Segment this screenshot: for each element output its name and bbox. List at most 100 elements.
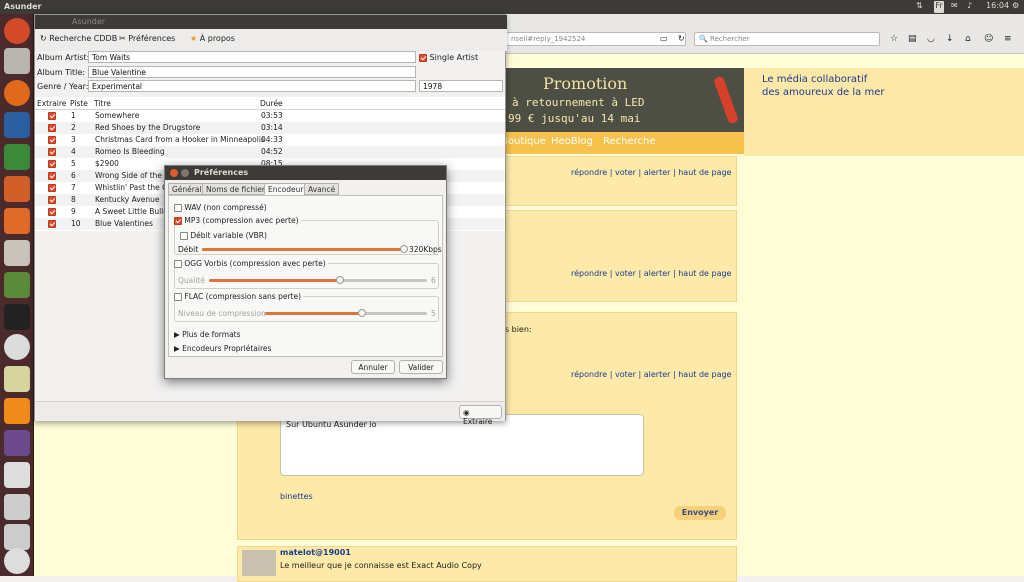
- reply-textarea[interactable]: Sur Ubuntu Asunder io: [280, 414, 644, 476]
- quality-knob[interactable]: [335, 276, 344, 284]
- mail-icon[interactable]: ✉: [951, 1, 958, 13]
- nav-heoblog[interactable]: HeoBlog: [551, 136, 593, 147]
- impress-icon[interactable]: [4, 176, 30, 202]
- col-title[interactable]: Titre: [94, 99, 111, 108]
- cd-icon[interactable]: [4, 548, 30, 574]
- proprietary-encoders-expander[interactable]: ▶ Encodeurs Propriétaires: [174, 344, 271, 353]
- power-icon[interactable]: ⚙: [1012, 1, 1019, 13]
- comment-author[interactable]: matelot@19001: [280, 548, 351, 557]
- track-title[interactable]: $2900: [95, 159, 119, 168]
- drive-icon[interactable]: [4, 494, 30, 520]
- genre-field[interactable]: Experimental: [88, 80, 416, 92]
- rip-checkbox[interactable]: [48, 172, 56, 180]
- compression-slider[interactable]: [265, 309, 427, 317]
- home-icon[interactable]: ⌂: [965, 34, 971, 44]
- writer-icon[interactable]: [4, 112, 30, 138]
- flac-option[interactable]: FLAC (compression sans perte): [174, 292, 304, 301]
- reply-link[interactable]: répondre: [571, 269, 607, 278]
- nav-boutique[interactable]: Boutique: [501, 136, 546, 147]
- vote-link[interactable]: voter: [615, 370, 636, 379]
- library-icon[interactable]: ▤: [908, 34, 917, 44]
- close-icon[interactable]: [170, 169, 178, 177]
- username[interactable]: binettes: [280, 492, 313, 501]
- tab-filenames[interactable]: Noms de fichier: [202, 183, 269, 195]
- rip-checkbox[interactable]: [48, 124, 56, 132]
- top-link[interactable]: haut de page: [678, 269, 731, 278]
- tab-general[interactable]: Général: [168, 183, 206, 195]
- rip-checkbox[interactable]: [48, 220, 56, 228]
- asunder-icon[interactable]: [4, 334, 30, 360]
- artist-field[interactable]: Tom Waits: [88, 51, 416, 63]
- reply-link[interactable]: répondre: [571, 370, 607, 379]
- mp3-option[interactable]: MP3 (compression avec perte): [174, 216, 301, 225]
- vote-link[interactable]: voter: [615, 168, 636, 177]
- ogg-option[interactable]: OGG Vorbis (compression avec perte): [174, 259, 328, 268]
- rip-checkbox[interactable]: [48, 148, 56, 156]
- top-link[interactable]: haut de page: [678, 168, 731, 177]
- single-artist-option[interactable]: Single Artist: [419, 53, 478, 62]
- calc-icon[interactable]: [4, 144, 30, 170]
- ogg-checkbox[interactable]: [174, 260, 182, 268]
- url-bar[interactable]: nseil#reply_1942524: [506, 32, 686, 46]
- minimize-icon[interactable]: [181, 169, 189, 177]
- save-icon[interactable]: [4, 462, 30, 488]
- software-center-icon[interactable]: [4, 208, 30, 234]
- track-row[interactable]: 3 Christmas Card from a Hooker in Minneap…: [35, 134, 505, 146]
- flac-checkbox[interactable]: [174, 293, 182, 301]
- track-title[interactable]: Red Shoes by the Drugstore: [95, 123, 200, 132]
- track-title[interactable]: Wrong Side of the R: [95, 171, 170, 180]
- about-button[interactable]: ★ À propos: [190, 34, 235, 43]
- top-link[interactable]: haut de page: [678, 370, 731, 379]
- firefox-icon[interactable]: [4, 80, 30, 106]
- single-artist-checkbox[interactable]: [419, 53, 427, 62]
- asunder-titlebar[interactable]: Asunder: [35, 15, 507, 29]
- chat-icon[interactable]: ☺: [984, 34, 993, 44]
- search-field[interactable]: 🔍 Rechercher: [694, 32, 880, 46]
- rip-checkbox[interactable]: [48, 160, 56, 168]
- pocket-icon[interactable]: ◡: [927, 34, 935, 44]
- reader-icon[interactable]: ▭: [660, 34, 668, 43]
- rip-checkbox[interactable]: [48, 136, 56, 144]
- alert-link[interactable]: alerter: [644, 269, 671, 278]
- terminal-icon[interactable]: [4, 304, 30, 330]
- track-row[interactable]: 4 Romeo Is Bleeding 04:52: [35, 146, 505, 158]
- bitrate-slider[interactable]: [202, 245, 408, 253]
- reply-link[interactable]: répondre: [571, 168, 607, 177]
- system-monitor-icon[interactable]: [4, 272, 30, 298]
- keyboard-layout-indicator[interactable]: Fr: [934, 1, 944, 13]
- track-title[interactable]: Blue Valentines: [95, 219, 153, 228]
- drive2-icon[interactable]: [4, 524, 30, 550]
- dash-icon[interactable]: [4, 18, 30, 44]
- tab-encoder[interactable]: Encodeur: [264, 183, 308, 195]
- bitrate-knob[interactable]: [400, 245, 408, 253]
- year-field[interactable]: 1978: [419, 80, 503, 92]
- vbr-checkbox[interactable]: [180, 232, 188, 240]
- wav-option[interactable]: WAV (non compressé): [174, 203, 267, 212]
- rip-checkbox[interactable]: [48, 208, 56, 216]
- cancel-button[interactable]: Annuler: [351, 360, 395, 374]
- settings-icon[interactable]: [4, 240, 30, 266]
- rip-button[interactable]: ◉ Extraire: [459, 405, 502, 426]
- alert-link[interactable]: alerter: [644, 168, 671, 177]
- bookmark-star-icon[interactable]: ☆: [890, 34, 898, 44]
- preferences-button[interactable]: ✂ Préférences: [119, 34, 175, 43]
- track-title[interactable]: A Sweet Little Bullet: [95, 207, 171, 216]
- col-duration[interactable]: Durée: [260, 99, 283, 108]
- album-field[interactable]: Blue Valentine: [88, 66, 416, 78]
- wav-checkbox[interactable]: [174, 204, 182, 212]
- nav-recherche[interactable]: Recherche: [603, 136, 656, 147]
- vbr-option[interactable]: Débit variable (VBR): [180, 231, 267, 240]
- send-button[interactable]: Envoyer: [674, 506, 726, 520]
- menu-icon[interactable]: ≡: [1004, 34, 1012, 44]
- reload-icon[interactable]: ↻: [678, 34, 685, 43]
- cddb-button[interactable]: ↻ Recherche CDDB: [40, 34, 117, 43]
- col-track[interactable]: Piste: [70, 99, 88, 108]
- track-title[interactable]: Romeo Is Bleeding: [95, 147, 165, 156]
- track-title[interactable]: Christmas Card from a Hooker in Minneapo…: [95, 135, 265, 144]
- rhythmbox-icon[interactable]: [4, 366, 30, 392]
- track-title[interactable]: Somewhere: [95, 111, 139, 120]
- more-formats-expander[interactable]: ▶ Plus de formats: [174, 330, 241, 339]
- clock[interactable]: 16:04: [986, 1, 1009, 13]
- track-row[interactable]: 1 Somewhere 03:53: [35, 110, 505, 122]
- rip-checkbox[interactable]: [48, 196, 56, 204]
